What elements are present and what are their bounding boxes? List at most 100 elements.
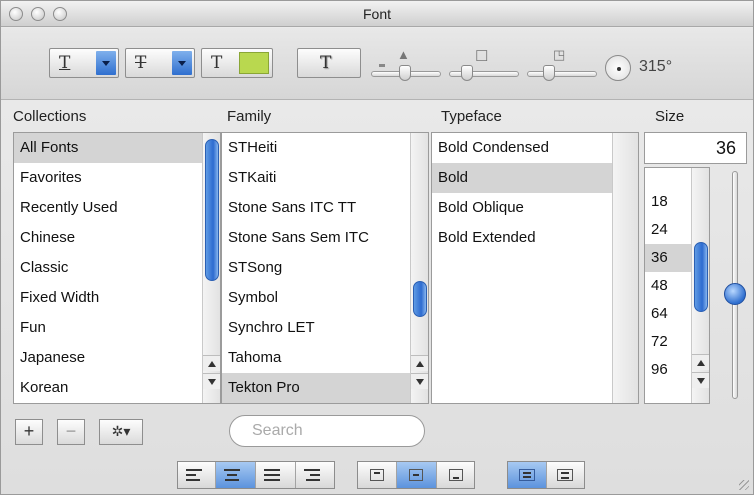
collection-item[interactable]: Korean: [14, 373, 68, 403]
shadow-blur-icon: ☐: [475, 48, 489, 65]
strikethrough-menu-arrow[interactable]: [172, 51, 192, 75]
family-item[interactable]: Stone Sans ITC TT: [222, 193, 356, 223]
single-spacing-icon: [519, 469, 535, 481]
family-item[interactable]: Stone Sans Sem ITC: [222, 223, 369, 253]
collection-item[interactable]: Fun: [14, 313, 46, 343]
remove-collection-button[interactable]: −: [57, 419, 85, 445]
shadow-opacity-icon: ▲: [397, 47, 410, 62]
size-item[interactable]: 64: [645, 300, 668, 328]
family-item[interactable]: Synchro LET: [222, 313, 315, 343]
scroll-down-arrow[interactable]: [203, 373, 220, 389]
size-list[interactable]: 18 24 36 48 64 72 96: [644, 167, 710, 404]
collections-scroll-thumb[interactable]: [205, 139, 219, 281]
typeface-item[interactable]: Bold Oblique: [432, 193, 524, 223]
text-shadow-icon: T: [320, 53, 332, 73]
size-item[interactable]: 18: [645, 188, 668, 216]
family-item[interactable]: STHeiti: [222, 133, 277, 163]
size-header: Size: [655, 108, 685, 125]
size-slider-knob[interactable]: [724, 283, 746, 305]
collection-item[interactable]: Fixed Width: [14, 283, 99, 313]
search-input[interactable]: Search: [229, 415, 425, 447]
shadow-blur-knob[interactable]: [461, 65, 473, 81]
double-spacing-icon: [557, 469, 573, 481]
font-panel-window: Font T T T T ▲ ☐ ◳ 315° Collections Fami…: [0, 0, 754, 495]
scroll-up-arrow[interactable]: [411, 355, 428, 371]
add-collection-button[interactable]: +: [15, 419, 43, 445]
size-item[interactable]: 24: [645, 216, 668, 244]
collections-list[interactable]: All Fonts Favorites Recently Used Chines…: [13, 132, 221, 404]
valign-bottom-button[interactable]: [437, 462, 474, 488]
valign-top-button[interactable]: [358, 462, 397, 488]
shadow-opacity-knob[interactable]: [399, 65, 411, 81]
family-item[interactable]: Symbol: [222, 283, 278, 313]
collections-scrollbar[interactable]: [202, 133, 220, 403]
title-bar: Font: [1, 1, 753, 27]
text-shadow-button[interactable]: T: [297, 48, 361, 78]
collections-header: Collections: [13, 108, 87, 125]
double-spacing-button[interactable]: [547, 462, 584, 488]
align-center-button[interactable]: [216, 462, 256, 488]
family-scrollbar[interactable]: [410, 133, 428, 403]
size-slider[interactable]: [724, 171, 746, 401]
typeface-scrollbar[interactable]: [612, 133, 638, 403]
align-justify-button[interactable]: [256, 462, 296, 488]
size-item[interactable]: 72: [645, 328, 668, 356]
collection-item[interactable]: Recently Used: [14, 193, 118, 223]
shadow-offset-knob[interactable]: [543, 65, 555, 81]
scroll-up-arrow[interactable]: [692, 354, 709, 370]
size-scrollbar[interactable]: [691, 168, 709, 403]
valign-bottom-icon: [449, 469, 463, 481]
line-spacing-control[interactable]: [507, 461, 585, 489]
strikethrough-button[interactable]: T: [125, 48, 195, 78]
document-color-swatch[interactable]: [239, 52, 269, 74]
underline-menu-arrow[interactable]: [96, 51, 116, 75]
collection-item[interactable]: All Fonts: [14, 133, 202, 163]
window-title: Font: [362, 6, 391, 22]
underline-button[interactable]: T: [49, 48, 119, 78]
single-spacing-button[interactable]: [508, 462, 547, 488]
family-item[interactable]: Tekton Pro: [222, 373, 410, 403]
family-scroll-thumb[interactable]: [413, 281, 427, 317]
align-justify-icon: [264, 469, 280, 481]
size-item[interactable]: 36: [645, 244, 691, 272]
family-list[interactable]: STHeiti STKaiti Stone Sans ITC TT Stone …: [221, 132, 429, 404]
resize-grip[interactable]: [739, 480, 749, 490]
alignment-control[interactable]: [177, 461, 335, 489]
shadow-offset-slider[interactable]: ◳: [527, 47, 597, 81]
text-color-icon: T: [211, 53, 223, 73]
align-right-button[interactable]: [296, 462, 334, 488]
text-color-button[interactable]: T: [201, 48, 273, 78]
typeface-item[interactable]: Bold: [432, 163, 612, 193]
align-left-icon: [186, 469, 202, 481]
shadow-blur-slider[interactable]: ☐: [449, 48, 519, 81]
size-item[interactable]: 48: [645, 272, 668, 300]
scroll-down-arrow[interactable]: [411, 373, 428, 389]
size-item[interactable]: 96: [645, 356, 668, 384]
shadow-offset-icon: ◳: [553, 47, 566, 62]
scroll-up-arrow[interactable]: [203, 355, 220, 371]
scroll-down-arrow[interactable]: [692, 372, 709, 388]
shadow-angle-dial[interactable]: [605, 55, 631, 81]
action-gear-button[interactable]: ✲▾: [99, 419, 143, 445]
vertical-alignment-control[interactable]: [357, 461, 475, 489]
typeface-item[interactable]: Bold Condensed: [432, 133, 549, 163]
collection-item[interactable]: Japanese: [14, 343, 85, 373]
shadow-angle-value: 315°: [639, 58, 673, 75]
collection-item[interactable]: Classic: [14, 253, 68, 283]
strikethrough-icon: T: [135, 53, 147, 73]
align-left-button[interactable]: [178, 462, 216, 488]
family-item[interactable]: STKaiti: [222, 163, 276, 193]
family-item[interactable]: STSong: [222, 253, 282, 283]
size-scroll-thumb[interactable]: [694, 242, 708, 312]
shadow-opacity-slider[interactable]: ▲: [371, 47, 441, 81]
valign-middle-button[interactable]: [397, 462, 437, 488]
underline-icon: T: [59, 53, 71, 73]
typeface-item[interactable]: Bold Extended: [432, 223, 536, 253]
align-right-icon: [304, 469, 320, 481]
size-field[interactable]: 36: [644, 132, 747, 164]
collection-item[interactable]: Chinese: [14, 223, 75, 253]
collection-item[interactable]: Favorites: [14, 163, 82, 193]
typeface-list[interactable]: Bold Condensed Bold Bold Oblique Bold Ex…: [431, 132, 639, 404]
family-header: Family: [227, 108, 272, 125]
family-item[interactable]: Tahoma: [222, 343, 281, 373]
